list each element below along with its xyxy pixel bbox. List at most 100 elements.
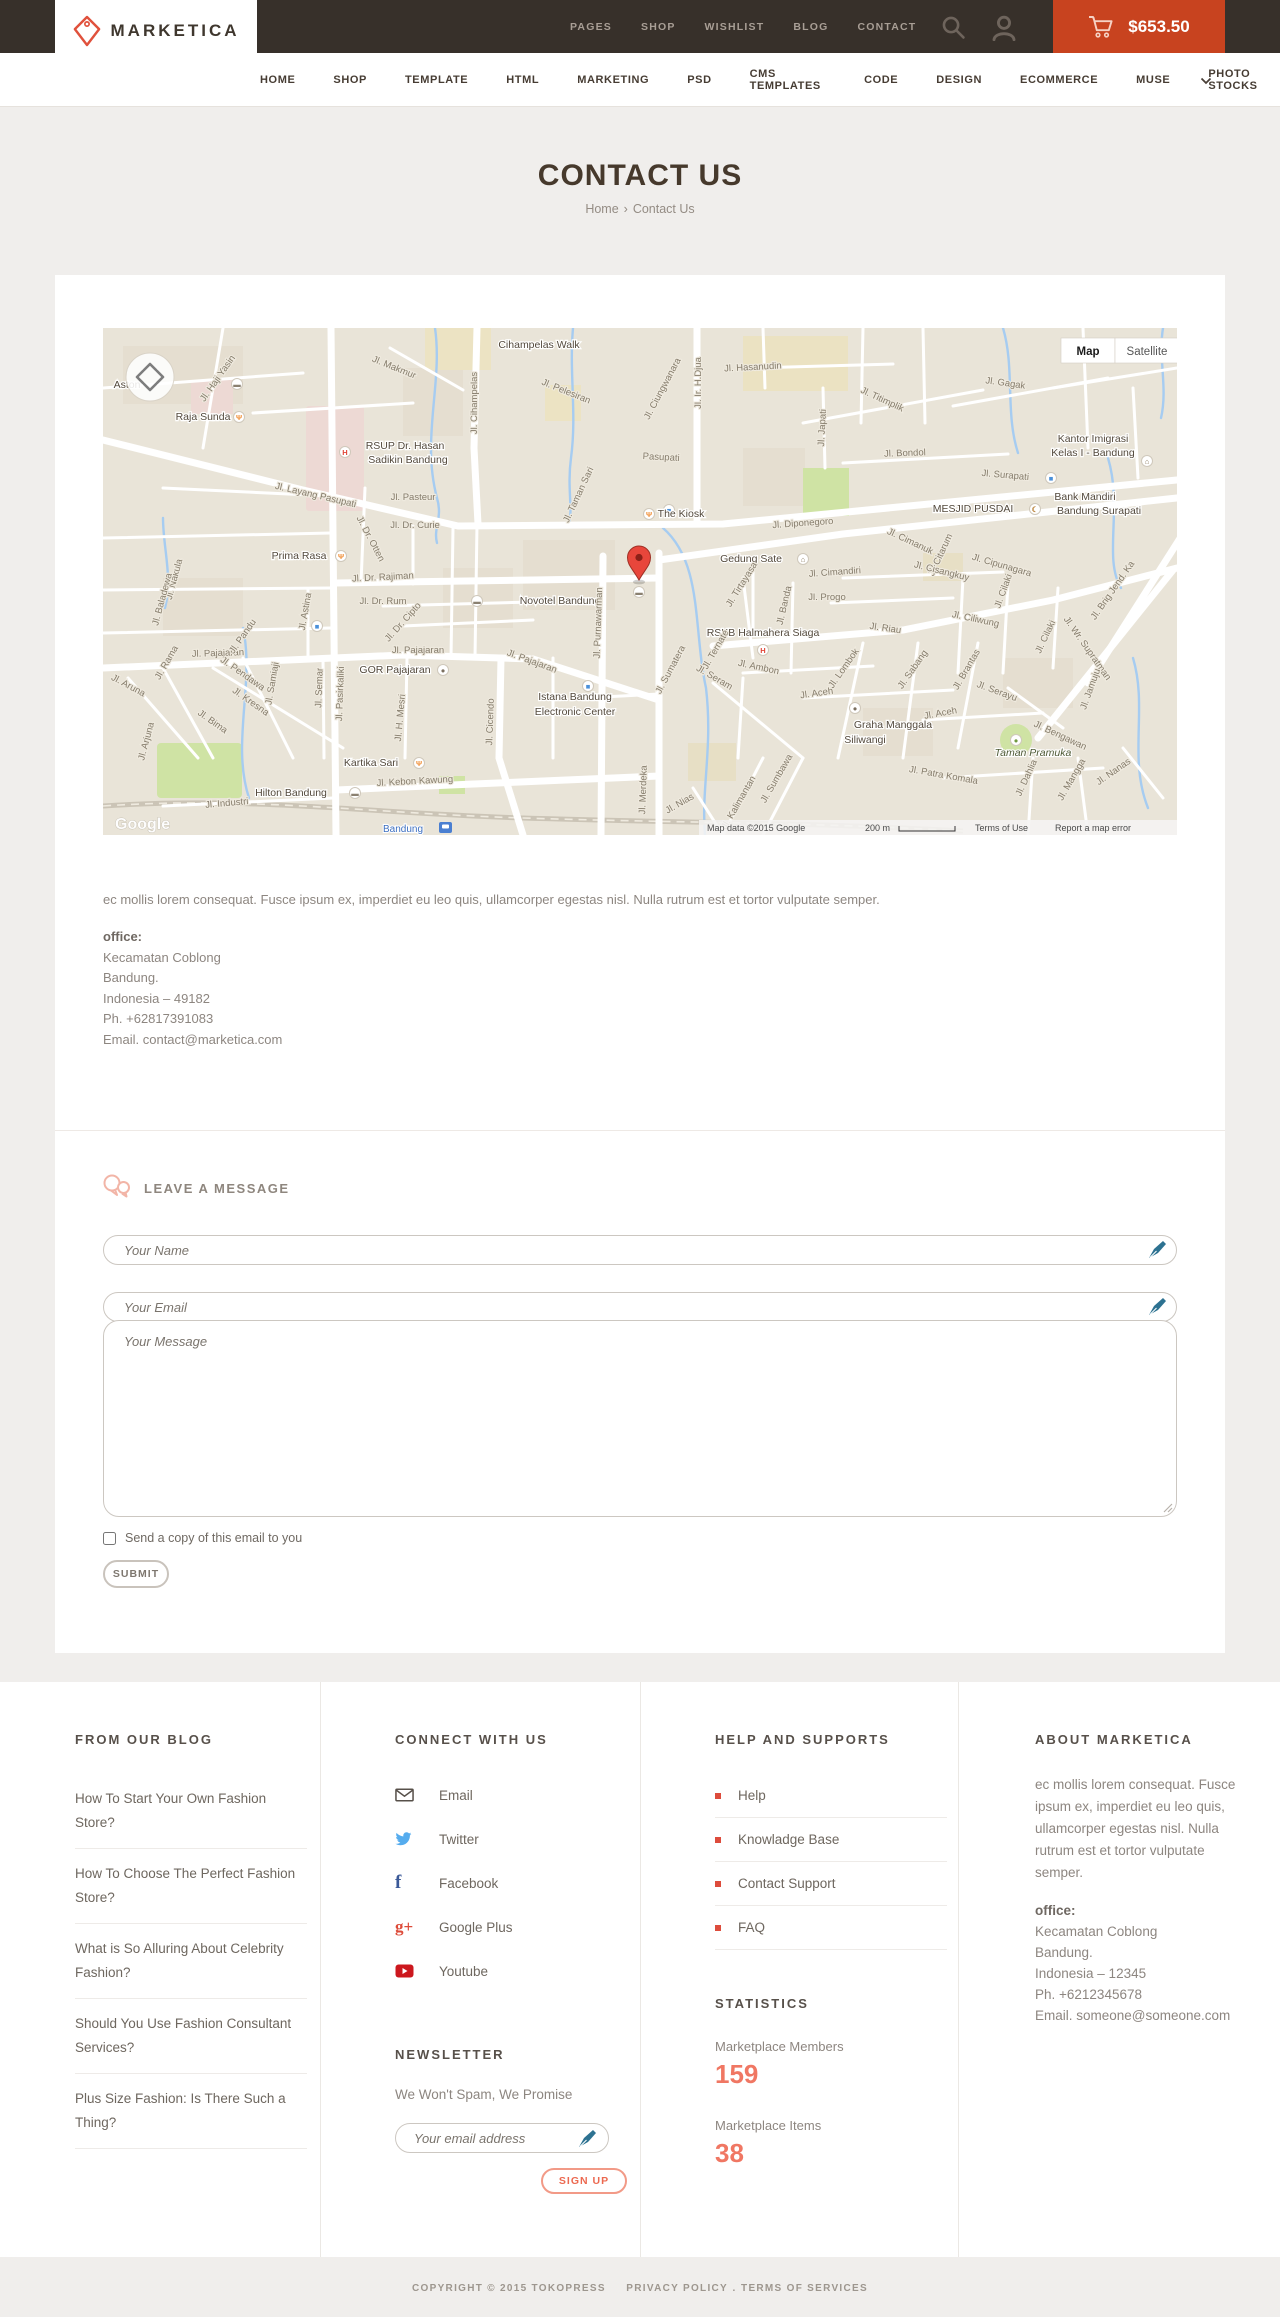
- statistics-block: STATISTICS Marketplace Members 159 Marke…: [715, 1996, 947, 2169]
- youtube-icon: [395, 1964, 415, 1978]
- map-pan-control[interactable]: [125, 352, 175, 402]
- help-link[interactable]: Knowladge Base: [715, 1818, 947, 1862]
- map-data-text: Map data ©2015 Google: [707, 823, 805, 833]
- menu-psd[interactable]: PSD: [687, 74, 711, 86]
- office-label: office:: [1035, 1903, 1076, 1918]
- help-link[interactable]: Help: [715, 1774, 947, 1818]
- social-link-twitter[interactable]: Twitter: [395, 1817, 627, 1861]
- map-label: Siliwangi: [844, 734, 885, 746]
- help-link[interactable]: Contact Support: [715, 1862, 947, 1906]
- svg-text:☾: ☾: [1032, 505, 1039, 514]
- map-label: Jl. Progo: [808, 592, 846, 603]
- name-input[interactable]: [103, 1235, 1177, 1265]
- terms-of-use-link[interactable]: Terms of Use: [975, 823, 1028, 833]
- blog-link[interactable]: What is So Alluring About Celebrity Fash…: [75, 1924, 307, 1999]
- menu-shop[interactable]: SHOP: [333, 74, 367, 86]
- user-icon[interactable]: [991, 15, 1017, 41]
- privacy-policy-link[interactable]: PRIVACY POLICY: [626, 2283, 728, 2294]
- submit-button[interactable]: SUBMIT: [103, 1560, 169, 1588]
- terms-link[interactable]: TERMS OF SERVICES: [741, 2283, 868, 2294]
- address-line: Bandung.: [1035, 1945, 1093, 1960]
- blog-heading: FROM OUR BLOG: [75, 1732, 213, 1747]
- blog-link[interactable]: Plus Size Fashion: Is There Such a Thing…: [75, 2074, 307, 2149]
- map-label: Bank Mandiri: [1054, 491, 1115, 503]
- search-icon[interactable]: [941, 15, 967, 41]
- address-line: Ph. +6212345678: [1035, 1987, 1142, 2002]
- top-nav-wishlist[interactable]: WISHLIST: [705, 21, 765, 33]
- social-label: Google Plus: [439, 1919, 513, 1935]
- email-icon: [395, 1788, 415, 1802]
- menu-code[interactable]: CODE: [864, 74, 898, 86]
- menu-muse[interactable]: MUSE: [1136, 74, 1170, 86]
- svg-text:■: ■: [586, 682, 591, 691]
- menu-home[interactable]: HOME: [260, 74, 295, 86]
- svg-text:⌂: ⌂: [1145, 457, 1150, 466]
- social-link-youtube[interactable]: Youtube: [395, 1949, 627, 1993]
- map-label: Kelas I - Bandung: [1051, 447, 1135, 459]
- pen-icon: [579, 2130, 596, 2148]
- svg-text:Ψ: Ψ: [236, 413, 242, 422]
- top-nav-pages[interactable]: PAGES: [570, 21, 612, 33]
- social-label: Youtube: [439, 1963, 489, 1979]
- send-copy-label[interactable]: Send a copy of this email to you: [125, 1531, 302, 1545]
- map-label: Taman Pramuka: [995, 747, 1072, 759]
- help-heading: HELP AND SUPPORTS: [715, 1732, 890, 1747]
- google-map[interactable]: Ψ Ψ Ψ Ψ H H ☾ ⌂ ⌂ ■ ■ ■ ■ ● ● ● ▬ ▬ ▬ ▬ Google Cihampelas Wa…: [103, 328, 1177, 835]
- svg-text:▬: ▬: [233, 380, 241, 389]
- top-nav-blog[interactable]: BLOG: [793, 21, 828, 33]
- breadcrumb: Home › Contact Us: [0, 202, 1280, 216]
- svg-text:Ψ: Ψ: [646, 510, 652, 519]
- blog-link[interactable]: Should You Use Fashion Consultant Servic…: [75, 1999, 307, 2074]
- address-line: Email. someone@someone.com: [1035, 2008, 1231, 2023]
- map-label: Hilton Bandung: [255, 787, 327, 799]
- menu-cms-templates[interactable]: CMS TEMPLATES: [750, 68, 826, 92]
- pen-icon: [1149, 1241, 1166, 1259]
- help-link[interactable]: FAQ: [715, 1906, 947, 1950]
- map-label: Jl. Dr. Curie: [390, 520, 440, 531]
- email-input[interactable]: [103, 1292, 1177, 1322]
- facebook-icon: f: [395, 1872, 402, 1893]
- address-line: Indonesia – 12345: [1035, 1966, 1147, 1981]
- map-label: The Kiosk: [658, 508, 705, 520]
- newsletter-block: NEWSLETTER We Won't Spam, We Promise SIG…: [395, 2047, 627, 2194]
- svg-text:▬: ▬: [351, 789, 359, 798]
- map-label: Cihampelas Walk: [498, 339, 580, 351]
- footer-blog-column: FROM OUR BLOG How To Start Your Own Fash…: [75, 1682, 307, 2149]
- satellite-button-label[interactable]: Satellite: [1127, 346, 1168, 358]
- message-textarea[interactable]: [103, 1320, 1177, 1517]
- social-link-googleplus[interactable]: g+ Google Plus: [395, 1905, 627, 1949]
- social-link-email[interactable]: Email: [395, 1773, 627, 1817]
- report-map-error-link[interactable]: Report a map error: [1055, 823, 1131, 833]
- top-nav-shop[interactable]: SHOP: [641, 21, 676, 33]
- blog-link[interactable]: How To Choose The Perfect Fashion Store?: [75, 1849, 307, 1924]
- menu-marketing[interactable]: MARKETING: [577, 74, 649, 86]
- map-type-buttons: Map Satellite: [1060, 337, 1177, 364]
- form-heading: LEAVE A MESSAGE: [101, 1173, 290, 1199]
- menu-template[interactable]: TEMPLATE: [405, 74, 468, 86]
- members-label: Marketplace Members: [715, 2039, 844, 2054]
- pen-icon: [1149, 1298, 1166, 1316]
- map-label: Kantor Imigrasi: [1058, 433, 1129, 445]
- cart-button[interactable]: $653.50: [1053, 0, 1225, 53]
- signup-button[interactable]: SIGN UP: [541, 2168, 627, 2194]
- newsletter-email-input[interactable]: [395, 2123, 609, 2153]
- address-line: Ph. +62817391083: [103, 1011, 214, 1026]
- items-label: Marketplace Items: [715, 2118, 822, 2133]
- menu-ecommerce[interactable]: ECOMMERCE: [1020, 74, 1098, 86]
- send-copy-checkbox[interactable]: [103, 1531, 116, 1545]
- chevron-down-icon[interactable]: [1200, 77, 1212, 85]
- logo[interactable]: MARKETICA: [55, 0, 257, 62]
- map-button-label[interactable]: Map: [1077, 346, 1100, 358]
- breadcrumb-separator: ›: [623, 202, 628, 216]
- menu-photo-stocks[interactable]: PHOTO STOCKS: [1208, 68, 1280, 92]
- map-label: Jl. Pasteur: [391, 492, 436, 503]
- top-nav-contact[interactable]: CONTACT: [857, 21, 916, 33]
- breadcrumb-home[interactable]: Home: [585, 202, 618, 216]
- blog-link[interactable]: How To Start Your Own Fashion Store?: [75, 1774, 307, 1849]
- svg-text:H: H: [760, 646, 765, 655]
- menu-design[interactable]: DESIGN: [936, 74, 982, 86]
- address-line: Email. contact@marketica.com: [103, 1031, 283, 1047]
- social-link-facebook[interactable]: f Facebook: [395, 1861, 627, 1905]
- menu-html[interactable]: HTML: [506, 74, 539, 86]
- svg-text:Ψ: Ψ: [416, 759, 422, 768]
